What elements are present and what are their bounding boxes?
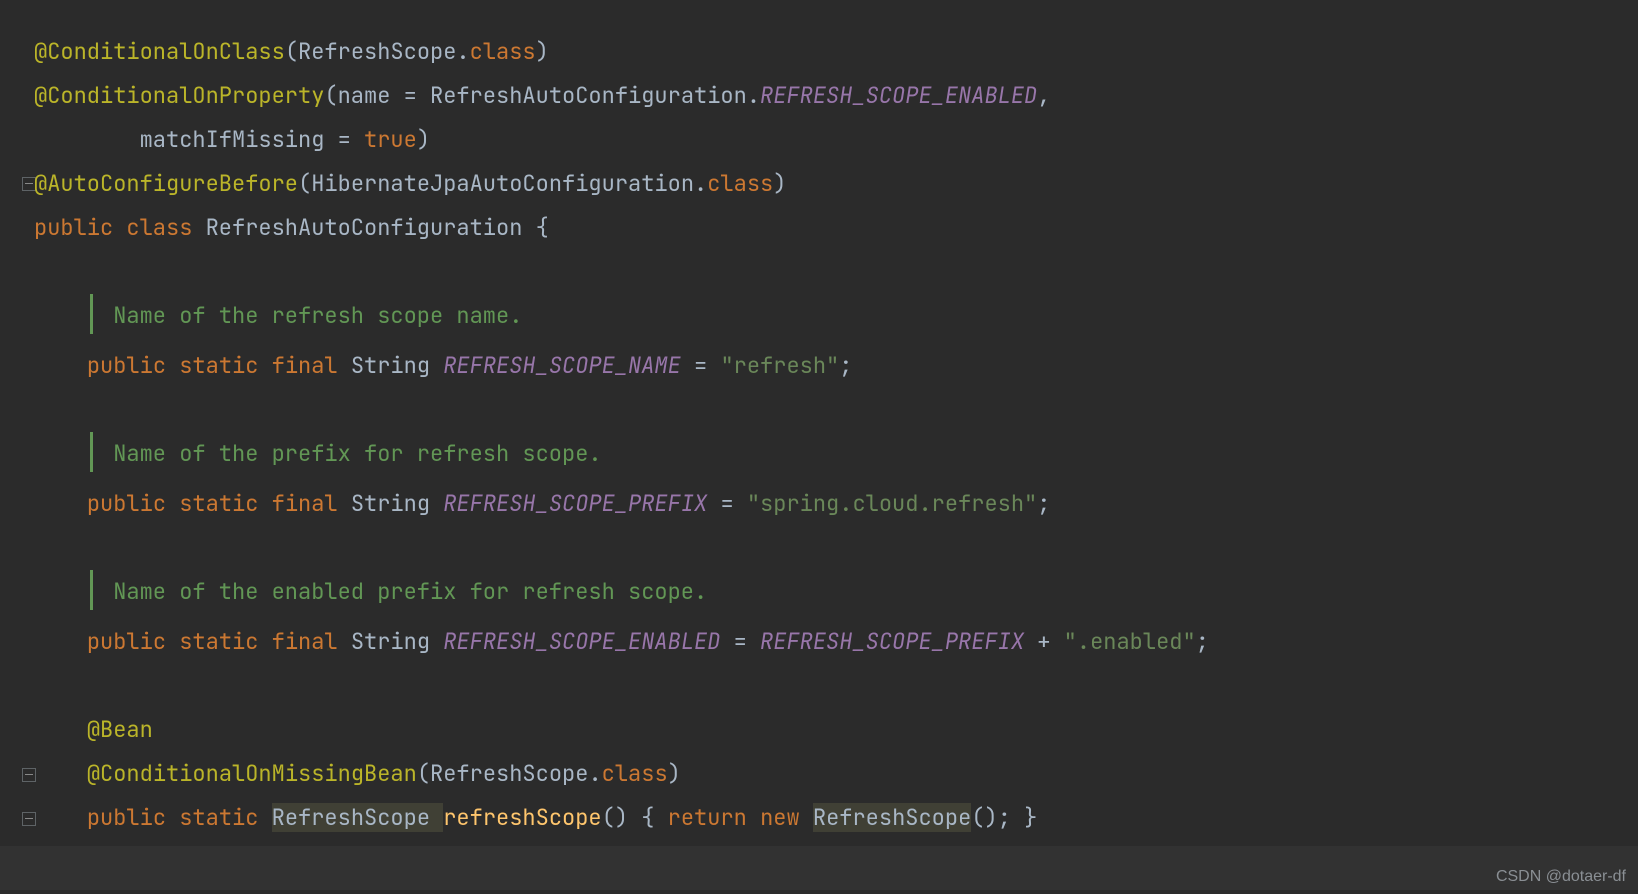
code-line: @Bean (34, 708, 153, 752)
code-line: @ConditionalOnClass(RefreshScope.class) (34, 30, 549, 74)
static-field: REFRESH_SCOPE_NAME (443, 351, 681, 380)
watermark-text: CSDN @dotaer-df (1496, 868, 1626, 886)
code-line: public static final String REFRESH_SCOPE… (34, 620, 1209, 664)
code-line: public class RefreshAutoConfiguration { (34, 206, 549, 250)
keyword: true (364, 125, 417, 154)
code-line: @AutoConfigureBefore(HibernateJpaAutoCon… (34, 162, 786, 206)
code-line: @ConditionalOnProperty(name = RefreshAut… (34, 74, 1050, 118)
string-literal: ".enabled" (1064, 627, 1196, 656)
annotation: @ConditionalOnMissingBean (87, 759, 417, 788)
code-line: @ConditionalOnMissingBean(RefreshScope.c… (34, 752, 681, 796)
method-name: refreshScope (443, 803, 601, 832)
type-ref: RefreshScope (298, 37, 456, 66)
keyword: return (668, 803, 747, 832)
string-literal: "spring.cloud.refresh" (747, 489, 1037, 518)
string-literal: "refresh" (720, 351, 839, 380)
static-field: REFRESH_SCOPE_ENABLED (760, 81, 1037, 110)
code-line: public static final String REFRESH_SCOPE… (34, 482, 1050, 526)
javadoc-text: Name of the refresh scope name. (113, 301, 522, 330)
class-name: RefreshAutoConfiguration (206, 213, 536, 242)
code-editor[interactable]: @ConditionalOnClass(RefreshScope.class) … (34, 0, 1638, 894)
gutter (0, 0, 34, 894)
keyword: public static (87, 803, 272, 832)
javadoc-text: Name of the enabled prefix for refresh s… (113, 577, 707, 606)
code-line: public static final String REFRESH_SCOPE… (34, 344, 852, 388)
keyword: public static final (87, 627, 351, 656)
keyword: class (707, 169, 773, 198)
keyword: public class (34, 213, 206, 242)
static-field: REFRESH_SCOPE_PREFIX (443, 489, 707, 518)
javadoc-line: Name of the refresh scope name. (34, 294, 522, 338)
annotation: @AutoConfigureBefore (34, 169, 298, 198)
javadoc-line: Name of the prefix for refresh scope. (34, 432, 602, 476)
keyword: class (470, 37, 536, 66)
keyword: class (602, 759, 668, 788)
annotation: @Bean (87, 715, 153, 744)
code-line: public static RefreshScope refreshScope(… (34, 796, 1037, 840)
annotation: @ConditionalOnClass (34, 37, 285, 66)
keyword: public static final (87, 489, 351, 518)
javadoc-line: Name of the enabled prefix for refresh s… (34, 570, 707, 614)
static-field: REFRESH_SCOPE_ENABLED (443, 627, 720, 656)
code-line: matchIfMissing = true) (34, 118, 430, 162)
javadoc-text: Name of the prefix for refresh scope. (113, 439, 601, 468)
static-field: REFRESH_SCOPE_PREFIX (760, 627, 1024, 656)
keyword: new (760, 803, 800, 832)
annotation: @ConditionalOnProperty (34, 81, 324, 110)
keyword: public static final (87, 351, 351, 380)
